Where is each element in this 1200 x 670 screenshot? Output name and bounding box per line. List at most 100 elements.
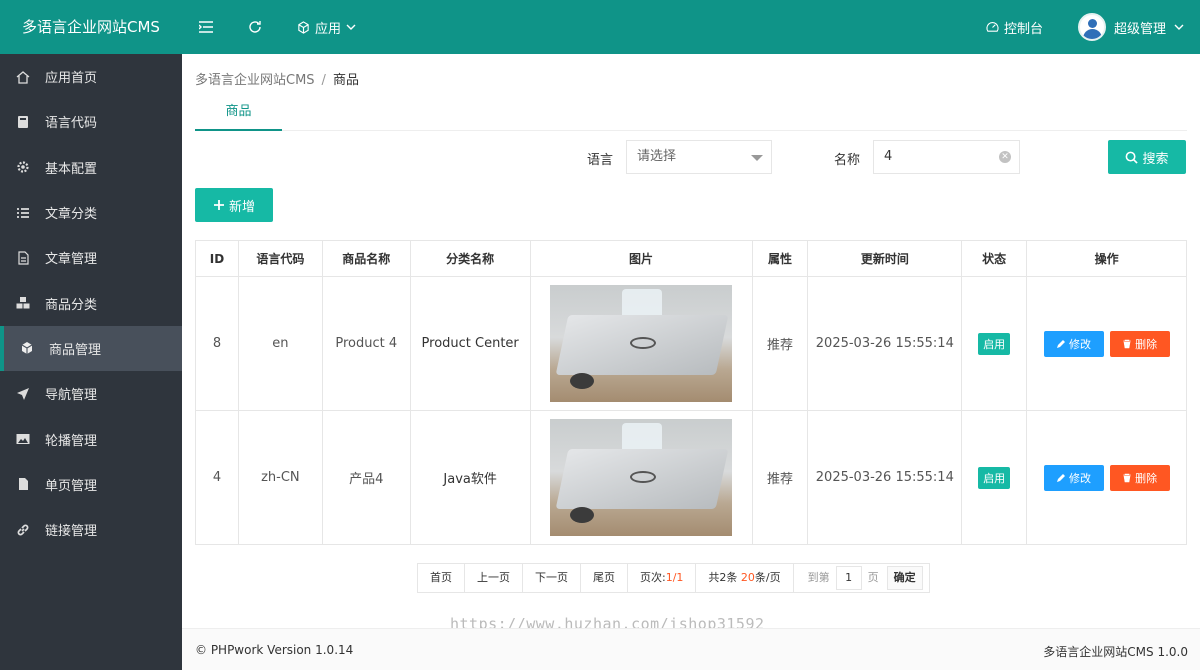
tab-products[interactable]: 商品 [195,99,282,131]
cell-updated-time: 2025-03-26 15:55:14 [807,276,963,411]
sidebar-item-article-manage[interactable]: 文章管理 [0,235,182,280]
cell-status: 启用 [961,410,1028,545]
sidebar-item-label: 链接管理 [45,524,98,540]
file-icon [16,477,30,491]
sidebar-item-label: 单页管理 [45,478,98,494]
product-thumbnail[interactable] [550,285,733,402]
breadcrumb-root[interactable]: 多语言企业网站CMS [195,73,315,88]
status-badge[interactable]: 启用 [978,466,1011,489]
pencil-icon [1057,339,1065,348]
pager-goto-label: 到第 [807,571,830,584]
cell-image [529,276,753,411]
sidebar-item-article-category[interactable]: 文章分类 [0,190,182,235]
link-icon [16,523,30,537]
cube-icon [298,20,309,34]
sidebar-item-label: 轮播管理 [45,433,98,449]
status-badge[interactable]: 启用 [978,332,1011,355]
footer-product: 多语言企业网站CMS 1.0.0 [1043,645,1188,659]
sidebar-item-home[interactable]: 应用首页 [0,54,182,99]
pager-page-value: 1/1 [665,571,684,584]
delete-button[interactable]: 删除 [1109,464,1170,491]
sidebar-item-label: 语言代码 [45,116,98,132]
sidebar-item-carousel[interactable]: 轮播管理 [0,416,182,461]
user-menu[interactable]: 超级管理 [1077,0,1184,54]
table-header-row: ID 语言代码 商品名称 分类名称 图片 属性 更新时间 状态 操作 [195,240,1187,277]
name-search-input[interactable]: 4 ✕ [873,140,1020,174]
edit-button[interactable]: 修改 [1043,464,1104,491]
console-link[interactable]: 控制台 [986,0,1043,54]
sidebar-item-label: 导航管理 [45,388,98,404]
column-header: 分类名称 [409,240,531,277]
location-arrow-icon [16,387,30,401]
app-brand[interactable]: 多语言企业网站CMS [0,0,182,54]
sidebar-item-language-code[interactable]: 语言代码 [0,99,182,144]
language-select[interactable]: 请选择 [626,140,772,174]
cell-product-name: Product 4 [321,276,411,411]
edit-button[interactable]: 修改 [1043,330,1104,357]
product-thumbnail[interactable] [550,419,733,536]
sidebar-item-navigation[interactable]: 导航管理 [0,371,182,416]
column-header: 语言代码 [237,240,323,277]
tab-bar: 商品 [195,99,1187,131]
pager-page-prefix: 页次: [640,571,666,584]
list-icon [16,206,30,220]
sidebar-item-label: 文章分类 [45,207,98,223]
cell-id: 4 [195,410,239,545]
cell-actions: 修改 删除 [1026,276,1187,411]
chevron-down-icon [346,24,356,30]
pager-confirm-button[interactable]: 确定 [886,566,923,590]
document-icon [16,251,30,265]
pager-last[interactable]: 尾页 [581,564,628,592]
app-menu-dropdown[interactable]: 应用 [297,0,356,54]
image-icon [16,432,30,446]
menu-toggle-button[interactable] [199,0,213,54]
cell-product-name: 产品4 [321,410,411,545]
pager-total-info: 共2条 20条/页 [696,564,794,592]
search-icon [1126,151,1139,164]
column-header: 商品名称 [321,240,411,277]
clear-icon[interactable]: ✕ [999,151,1011,163]
sidebar-item-basic-config[interactable]: 基本配置 [0,145,182,190]
pager-first[interactable]: 首页 [418,564,465,592]
column-header: 图片 [529,240,753,277]
search-button[interactable]: 搜索 [1108,140,1186,174]
sidebar-item-product-manage[interactable]: 商品管理 [0,325,182,372]
cube-icon [20,341,34,355]
breadcrumb: 多语言企业网站CMS / 商品 [195,69,359,88]
cell-image [529,410,753,545]
delete-button[interactable]: 删除 [1109,330,1170,357]
refresh-button[interactable] [248,0,262,54]
product-table: ID 语言代码 商品名称 分类名称 图片 属性 更新时间 状态 操作 8 en … [195,240,1187,545]
breadcrumb-separator: / [321,73,326,88]
edit-button-label: 修改 [1069,337,1091,351]
sidebar-item-label: 商品分类 [45,297,98,313]
search-button-label: 搜索 [1142,151,1169,167]
top-bar: 多语言企业网站CMS 应用 控制台 超级管理 [0,0,1200,54]
sidebar-item-single-page[interactable]: 单页管理 [0,462,182,507]
cell-attribute: 推荐 [751,410,809,545]
cell-language-code: zh-CN [237,410,323,545]
sidebar-item-links[interactable]: 链接管理 [0,507,182,552]
pager-next[interactable]: 下一页 [523,564,581,592]
name-search-value: 4 [884,149,893,164]
pager-goto-input[interactable]: 1 [835,566,862,590]
gear-icon [16,160,30,174]
pager-prev[interactable]: 上一页 [465,564,523,592]
refresh-icon [249,21,261,33]
cell-actions: 修改 删除 [1026,410,1187,545]
pager-page-unit: 页 [867,571,879,584]
pager-goto: 到第 1 页确定 [794,564,929,592]
column-header: ID [195,240,239,277]
sidebar-item-label: 应用首页 [45,71,98,87]
avatar [1077,13,1106,41]
pager-per-page-suffix: 条/页 [754,571,781,584]
pager-per-page: 20 [740,571,755,584]
add-button[interactable]: 新增 [195,188,273,222]
column-header: 操作 [1026,240,1187,277]
footer: © PHPwork Version 1.0.14 多语言企业网站CMS 1.0.… [182,628,1200,670]
sidebar-item-product-category[interactable]: 商品分类 [0,280,182,325]
console-label: 控制台 [1004,21,1044,37]
plus-icon [213,200,224,210]
main-content: 多语言企业网站CMS / 商品 商品 语言 请选择 名称 4 ✕ 搜索 新增 ID … [182,54,1200,670]
pencil-icon [1057,473,1065,482]
